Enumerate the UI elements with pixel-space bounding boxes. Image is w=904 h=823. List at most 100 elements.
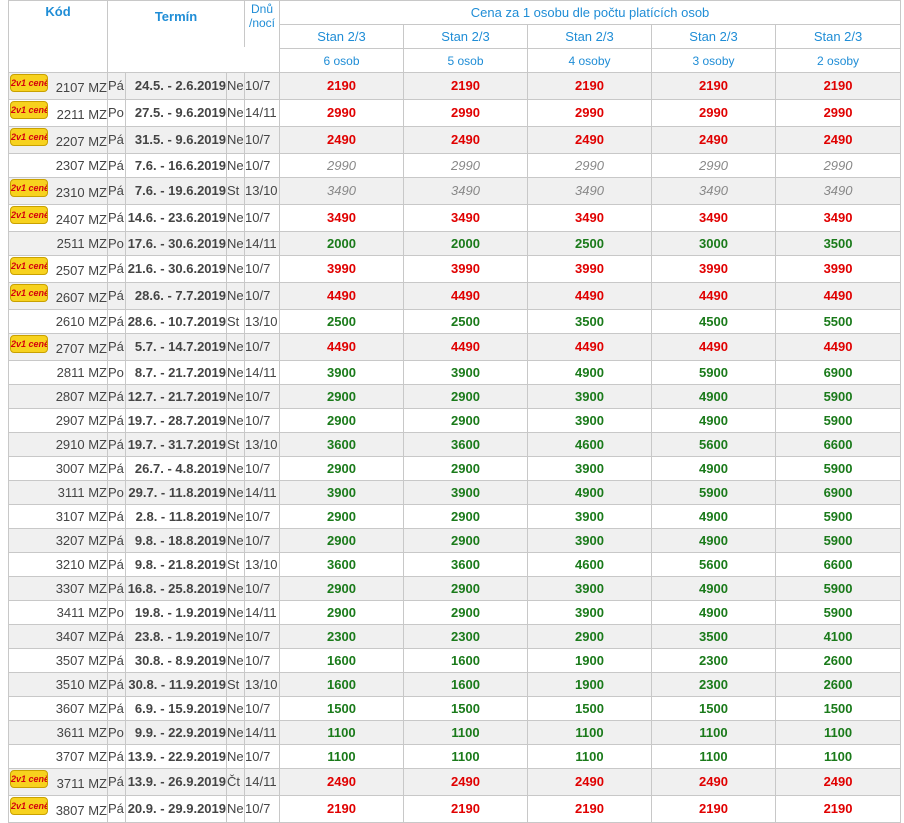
end-day: St [226,177,245,205]
table-row[interactable]: 2307 MZ Pá 7.6. - 16.6.2019 Ne 10/7 2990 2990 2… [8,153,902,178]
tour-code[interactable]: 3107 MZ [8,504,108,529]
tour-code[interactable]: 2v1 ceně 2211 MZ [8,99,108,127]
end-day: Ne [226,456,245,481]
header-persons-2: 4 osoby [527,48,653,73]
price-cell: 3490 [403,204,529,232]
tour-code[interactable]: 2811 MZ [8,360,108,385]
table-row[interactable]: 3210 MZ Pá 9.8. - 21.8.2019 St 13/10 3600 3600… [8,552,902,577]
table-row[interactable]: 2811 MZ Po 8.7. - 21.7.2019 Ne 14/11 3900 3900… [8,360,902,385]
end-day: Ne [226,231,245,256]
tour-code[interactable]: 2v1 ceně 2207 MZ [8,126,108,154]
tour-code[interactable]: 3111 MZ [8,480,108,505]
table-row[interactable]: 2511 MZ Po 17.6. - 30.6.2019 Ne 14/11 2000 200… [8,231,902,256]
term-dates: 13.9. - 22.9.2019 [125,744,227,769]
table-row[interactable]: 3411 MZ Po 19.8. - 1.9.2019 Ne 14/11 2900 2900… [8,600,902,625]
term-dates: 31.5. - 9.6.2019 [125,126,227,154]
days-nights: 13/10 [243,432,281,457]
header-kod[interactable]: Kód [8,0,108,73]
table-row[interactable]: 2907 MZ Pá 19.7. - 28.7.2019 Ne 10/7 2900 2900… [8,408,902,433]
tour-code[interactable]: 2v1 ceně 2607 MZ [8,282,108,310]
table-row[interactable]: 2v1 ceně 2207 MZ Pá 31.5. - 9.6.2019 Ne 10/7 2… [8,126,902,154]
tour-code[interactable]: 3407 MZ [8,624,108,649]
header-termin[interactable]: Termín Dnů /nocí [106,0,281,73]
table-row[interactable]: 3407 MZ Pá 23.8. - 1.9.2019 Ne 10/7 2300 2300 2… [8,624,902,649]
tour-code[interactable]: 2907 MZ [8,408,108,433]
end-day: Ne [226,504,245,529]
table-row[interactable]: 3510 MZ Pá 30.8. - 11.9.2019 St 13/10 1600 160… [8,672,902,697]
table-row[interactable]: 2v1 ceně 2310 MZ Pá 7.6. - 19.6.2019 St 13/10… [8,177,902,205]
tour-code[interactable]: 3611 MZ [8,720,108,745]
tour-code[interactable]: 3607 MZ [8,696,108,721]
table-row[interactable]: 3307 MZ Pá 16.8. - 25.8.2019 Ne 10/7 2900 2900… [8,576,902,601]
price-cell: 4900 [651,576,777,601]
table-row[interactable]: 3007 MZ Pá 26.7. - 4.8.2019 Ne 10/7 2900 2900 3… [8,456,902,481]
tour-code[interactable]: 2v1 ceně 2407 MZ [8,204,108,232]
table-row[interactable]: 2910 MZ Pá 19.7. - 31.7.2019 St 13/10 3600 360… [8,432,902,457]
price-cell: 2190 [775,795,902,823]
start-day: Pá [107,696,126,721]
tour-code-text: 3807 MZ [55,803,107,818]
price-cell: 3900 [279,480,405,505]
table-row[interactable]: 3111 MZ Po 29.7. - 11.8.2019 Ne 14/11 3900 390… [8,480,902,505]
tour-code[interactable]: 2307 MZ [8,153,108,178]
table-row[interactable]: 3207 MZ Pá 9.8. - 18.8.2019 Ne 10/7 2900 2900 3… [8,528,902,553]
price-cell: 3490 [527,177,653,205]
price-cell: 3900 [527,600,653,625]
tour-code[interactable]: 2v1 ceně 3711 MZ [8,768,108,796]
table-row[interactable]: 3611 MZ Po 9.9. - 22.9.2019 Ne 14/11 1100 1100… [8,720,902,745]
tour-code[interactable]: 3507 MZ [8,648,108,673]
tour-code[interactable]: 3210 MZ [8,552,108,577]
tour-code-text: 2511 MZ [56,235,107,251]
tour-code[interactable]: 2511 MZ [8,231,108,256]
price-cell: 2990 [403,99,529,127]
end-day: Ne [226,696,245,721]
tour-code[interactable]: 3307 MZ [8,576,108,601]
table-row[interactable]: 2v1 ceně 2211 MZ Po 27.5. - 9.6.2019 Ne 14/11… [8,99,902,127]
price-cell: 2990 [651,153,777,178]
price-cell: 2300 [651,672,777,697]
table-row[interactable]: 2v1 ceně 2107 MZ Pá 24.5. - 2.6.2019 Ne 10/7 2… [8,72,902,100]
tour-code[interactable]: 2610 MZ [8,309,108,334]
price-cell: 2500 [279,309,405,334]
tour-code[interactable]: 2v1 ceně 3807 MZ [8,795,108,823]
table-row[interactable]: 2v1 ceně 2607 MZ Pá 28.6. - 7.7.2019 Ne 10/7 4… [8,282,902,310]
end-day: St [226,309,245,334]
price-cell: 2190 [775,72,902,100]
table-row[interactable]: 2610 MZ Pá 28.6. - 10.7.2019 St 13/10 2500 250… [8,309,902,334]
tour-code[interactable]: 3007 MZ [8,456,108,481]
price-cell: 2190 [651,795,777,823]
header-noci: /nocí [249,16,276,30]
tour-code[interactable]: 3411 MZ [8,600,108,625]
table-row[interactable]: 2v1 ceně 3807 MZ Pá 20.9. - 29.9.2019 Ne 10/7… [8,795,902,823]
start-day: Pá [107,432,126,457]
header-persons-1: 5 osob [403,48,529,73]
table-row[interactable]: 3507 MZ Pá 30.8. - 8.9.2019 Ne 10/7 1600 1600 1… [8,648,902,673]
table-row[interactable]: 2v1 ceně 2407 MZ Pá 14.6. - 23.6.2019 Ne 10/7… [8,204,902,232]
price-cell: 3990 [279,255,405,283]
tour-code[interactable]: 2v1 ceně 2107 MZ [8,72,108,100]
table-row[interactable]: 2v1 ceně 3711 MZ Pá 13.9. - 26.9.2019 Čt 14/1… [8,768,902,796]
table-row[interactable]: 2807 MZ Pá 12.7. - 21.7.2019 Ne 10/7 2900 2900… [8,384,902,409]
table-row[interactable]: 2v1 ceně 2507 MZ Pá 21.6. - 30.6.2019 Ne 10/7… [8,255,902,283]
tour-code[interactable]: 2v1 ceně 2310 MZ [8,177,108,205]
tour-code[interactable]: 3707 MZ [8,744,108,769]
price-cell: 5900 [775,576,902,601]
tour-code[interactable]: 3207 MZ [8,528,108,553]
price-cell: 1100 [527,720,653,745]
tour-code[interactable]: 2807 MZ [8,384,108,409]
table-row[interactable]: 3707 MZ Pá 13.9. - 22.9.2019 Ne 10/7 1100 1100… [8,744,902,769]
two-for-one-badge-icon: 2v1 ceně [10,797,48,815]
days-nights: 10/7 [243,72,281,100]
table-row[interactable]: 2v1 ceně 2707 MZ Pá 5.7. - 14.7.2019 Ne 10/7 4… [8,333,902,361]
tour-code[interactable]: 2910 MZ [8,432,108,457]
price-cell: 3490 [279,177,405,205]
table-row[interactable]: 3607 MZ Pá 6.9. - 15.9.2019 Ne 10/7 1500 1500 1… [8,696,902,721]
table-row[interactable]: 3107 MZ Pá 2.8. - 11.8.2019 Ne 10/7 2900 2900 3… [8,504,902,529]
days-nights: 13/10 [243,177,281,205]
tour-code[interactable]: 2v1 ceně 2707 MZ [8,333,108,361]
price-cell: 3900 [403,360,529,385]
tour-code[interactable]: 2v1 ceně 2507 MZ [8,255,108,283]
tour-code[interactable]: 3510 MZ [8,672,108,697]
price-cell: 2190 [527,795,653,823]
days-nights: 14/11 [243,480,281,505]
